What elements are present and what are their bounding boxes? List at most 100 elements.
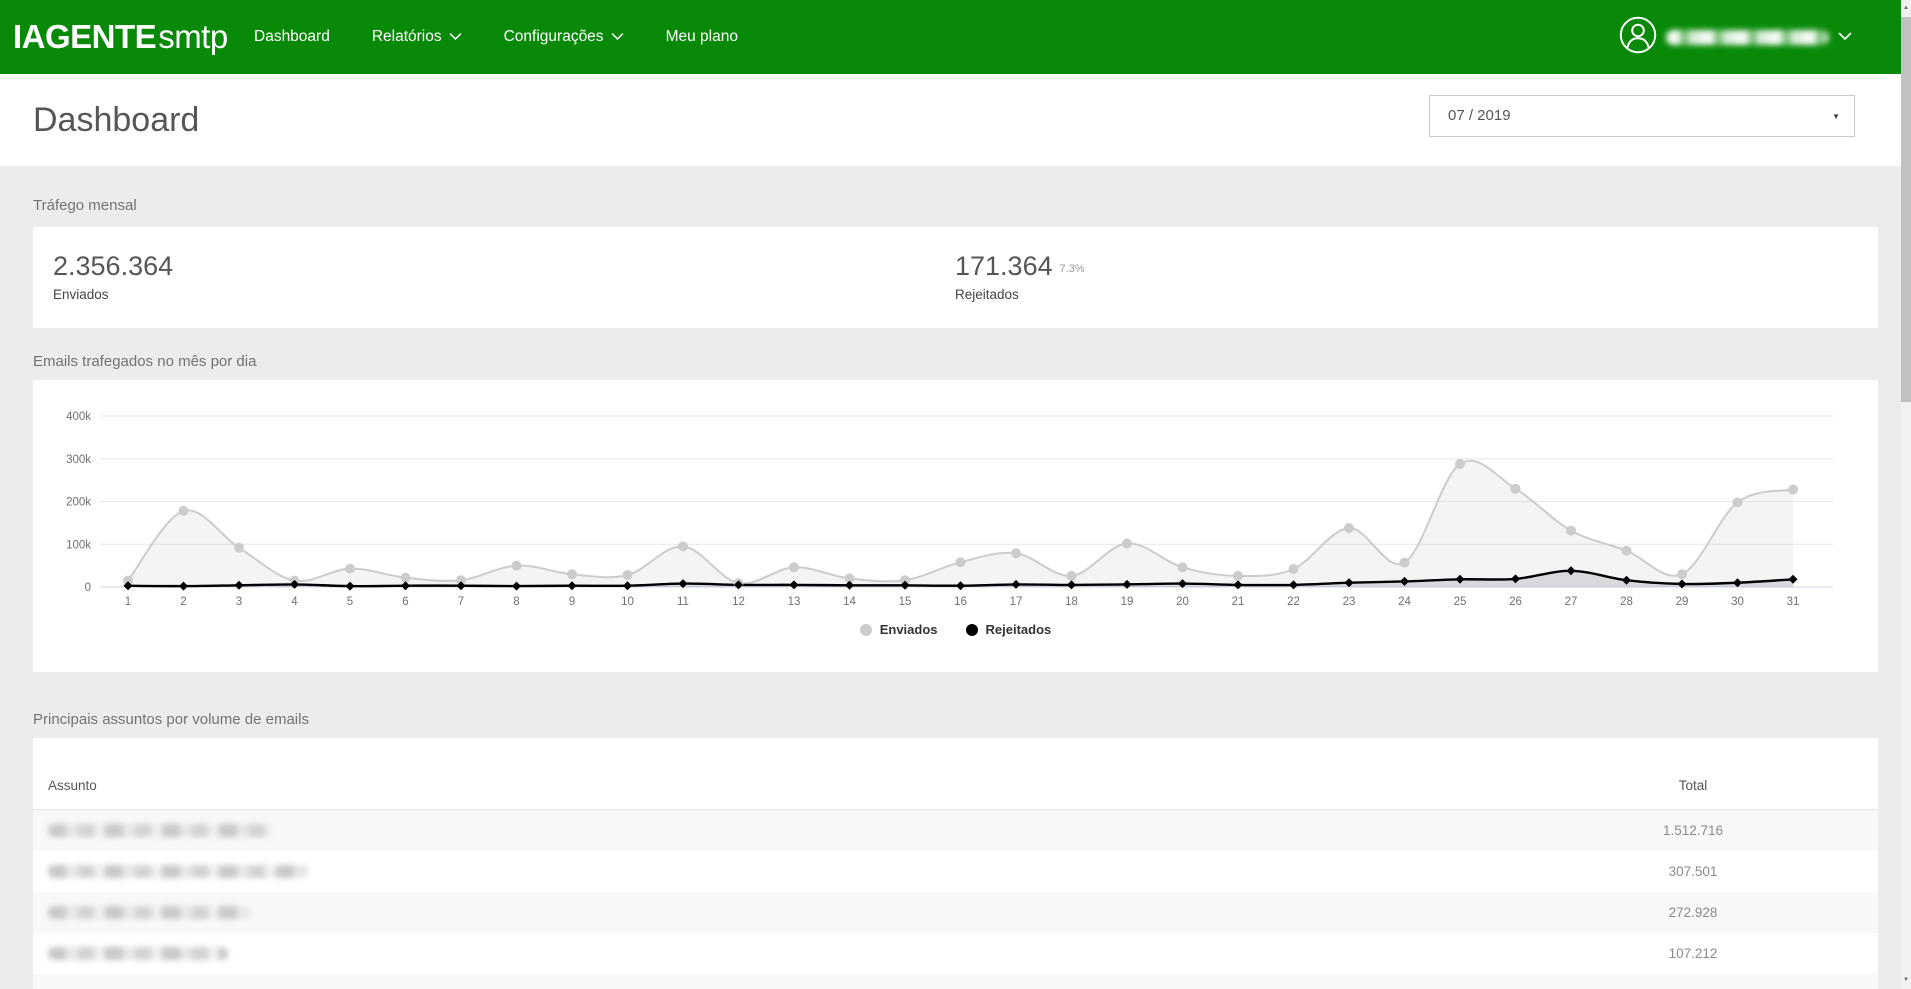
redacted-subject (48, 824, 272, 837)
subjects-card: Assunto Total 1.512.716307.501272.928107… (33, 738, 1878, 989)
subjects-heading: Principais assuntos por volume de emails (33, 710, 309, 730)
x-tick-label: 26 (1509, 596, 1522, 608)
x-tick-label: 13 (788, 596, 801, 608)
y-tick-label: 300k (66, 454, 91, 466)
x-tick-label: 27 (1565, 596, 1578, 608)
legend-item-enviados[interactable]: Enviados (860, 622, 938, 637)
scroll-down-arrow[interactable]: ▼ (1901, 972, 1911, 989)
enviados-marker (179, 506, 189, 516)
column-total: Total (1593, 778, 1793, 793)
table-row-partial (33, 974, 1878, 989)
vertical-scrollbar[interactable]: ▲ ▼ (1901, 0, 1911, 989)
x-tick-label: 29 (1676, 596, 1689, 608)
chart-legend: Enviados Rejeitados (33, 622, 1878, 637)
table-row: 307.501 (33, 851, 1878, 892)
user-name-redacted (1666, 30, 1829, 45)
user-menu[interactable] (1619, 0, 1852, 74)
month-select[interactable]: 07 / 2019 ▼ (1429, 95, 1855, 137)
user-avatar-icon (1619, 16, 1657, 59)
enviados-marker (1400, 558, 1410, 568)
scrollbar-thumb[interactable] (1901, 17, 1911, 402)
enviados-marker (1511, 484, 1521, 494)
redacted-subject (48, 865, 308, 878)
x-tick-label: 19 (1121, 596, 1134, 608)
enviados-marker (345, 564, 355, 574)
enviados-marker (401, 573, 411, 583)
table-header: Assunto Total (33, 738, 1878, 810)
x-tick-label: 30 (1731, 596, 1744, 608)
legend-item-rejeitados[interactable]: Rejeitados (966, 622, 1052, 637)
x-tick-label: 1 (125, 596, 131, 608)
nav-item-dashboard[interactable]: Dashboard (254, 28, 330, 46)
y-tick-label: 0 (85, 582, 91, 594)
top-navbar: IAGENTEsmtp Dashboard Relatórios Configura… (0, 0, 1911, 74)
x-tick-label: 20 (1176, 596, 1189, 608)
x-tick-label: 23 (1343, 596, 1356, 608)
enviados-marker (1677, 569, 1687, 579)
x-tick-label: 8 (513, 596, 519, 608)
nav-item-label: Meu plano (666, 28, 738, 46)
redacted-subject (48, 947, 228, 960)
nav-item-configuracoes[interactable]: Configurações (504, 28, 624, 46)
enviados-marker (1622, 546, 1632, 556)
stat-sent: 2.356.364 Enviados (53, 251, 173, 302)
x-tick-label: 3 (236, 596, 242, 608)
chevron-down-icon (611, 28, 624, 46)
x-tick-label: 14 (843, 596, 856, 608)
scroll-up-arrow[interactable]: ▲ (1901, 0, 1911, 17)
y-tick-label: 200k (66, 497, 91, 509)
y-tick-label: 100k (66, 539, 91, 551)
enviados-marker (1344, 523, 1354, 533)
traffic-card: 2.356.364 Enviados 171.364 7.3% Rejeitado… (33, 227, 1878, 328)
x-tick-label: 16 (954, 596, 967, 608)
rejected-value-wrap: 171.364 7.3% (955, 251, 1085, 282)
brand-logo[interactable]: IAGENTEsmtp (13, 0, 228, 74)
x-tick-label: 17 (1010, 596, 1023, 608)
enviados-marker (512, 561, 522, 571)
rejected-percent: 7.3% (1060, 263, 1085, 275)
legend-label: Rejeitados (986, 622, 1052, 637)
page-title: Dashboard (33, 74, 199, 166)
main-nav: Dashboard Relatórios Configurações Meu plan… (254, 0, 738, 74)
chart-heading: Emails trafegados no mês por dia (33, 352, 256, 372)
month-select-value: 07 / 2019 (1448, 107, 1511, 124)
redacted-subject (48, 906, 250, 919)
rejected-label: Rejeitados (955, 287, 1085, 302)
x-tick-label: 5 (347, 596, 353, 608)
enviados-marker (234, 543, 244, 553)
legend-dot-icon (860, 624, 872, 636)
page-root: IAGENTEsmtp Dashboard Relatórios Configura… (0, 0, 1911, 989)
enviados-marker (1566, 526, 1576, 536)
nav-item-meu-plano[interactable]: Meu plano (666, 28, 738, 46)
row-total: 107.212 (1593, 933, 1793, 974)
stat-rejected: 171.364 7.3% Rejeitados (955, 251, 1085, 302)
brand-light: smtp (158, 18, 228, 55)
enviados-marker (678, 541, 688, 551)
enviados-marker (567, 569, 577, 579)
nav-item-label: Dashboard (254, 28, 330, 46)
enviados-marker (956, 557, 966, 567)
x-tick-label: 21 (1232, 596, 1245, 608)
x-tick-label: 6 (402, 596, 408, 608)
enviados-marker (1788, 485, 1798, 495)
enviados-marker (1122, 538, 1132, 548)
enviados-marker (789, 562, 799, 572)
x-tick-label: 12 (732, 596, 745, 608)
x-tick-label: 4 (291, 596, 298, 608)
enviados-marker (1455, 459, 1465, 469)
row-total: 272.928 (1593, 892, 1793, 933)
legend-dot-icon (966, 624, 978, 636)
enviados-marker (1178, 562, 1188, 572)
sent-value: 2.356.364 (53, 251, 173, 282)
nav-item-label: Relatórios (372, 28, 442, 46)
x-tick-label: 22 (1287, 596, 1300, 608)
chart-card: 0100k200k300k400k12345678910111213141516… (33, 380, 1878, 672)
rejected-value: 171.364 (955, 251, 1053, 281)
enviados-marker (1289, 564, 1299, 574)
chevron-down-icon (1838, 28, 1852, 46)
x-tick-label: 2 (180, 596, 186, 608)
x-tick-label: 28 (1620, 596, 1633, 608)
nav-item-label: Configurações (504, 28, 604, 46)
x-tick-label: 31 (1787, 596, 1800, 608)
nav-item-relatorios[interactable]: Relatórios (372, 28, 462, 46)
